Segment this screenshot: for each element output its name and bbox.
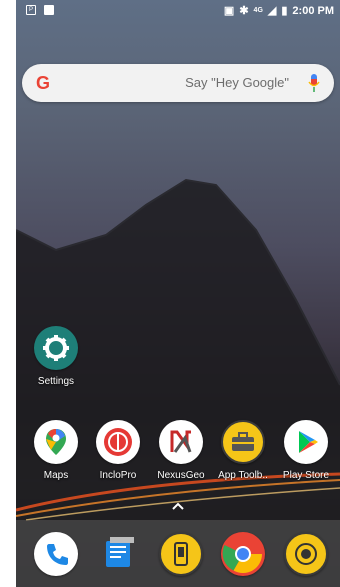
home-screen: P ▣ ✱ 4G ◢ ▮ 2:00 PM G Say "Hey Google" (16, 0, 340, 587)
dock-phone[interactable] (24, 532, 88, 576)
dock-device[interactable] (149, 532, 213, 576)
dock-camera[interactable] (274, 532, 338, 576)
app-nexusgeo[interactable]: NexusGeo (149, 420, 213, 481)
app-maps[interactable]: Maps (24, 420, 88, 481)
dock-chrome[interactable] (211, 532, 275, 576)
app-toolbox[interactable]: App Toolb.. (211, 420, 275, 481)
app-inclopro[interactable]: IncloPro (86, 420, 150, 481)
nfc-icon: ▣ (223, 5, 235, 17)
screenshot-icon: P (26, 5, 36, 15)
camera-icon (284, 532, 328, 576)
google-logo-icon: G (36, 73, 51, 93)
app-play-store[interactable]: Play Store (274, 420, 338, 481)
maps-icon (34, 420, 78, 464)
play-store-icon (284, 420, 328, 464)
signal-icon: ◢ (267, 5, 277, 17)
app-label: Play Store (282, 470, 330, 481)
network-label: 4G (253, 7, 263, 14)
mic-icon[interactable] (308, 73, 320, 93)
app-label: App Toolb.. (218, 470, 268, 481)
google-search-bar[interactable]: G Say "Hey Google" (22, 64, 334, 102)
battery-icon: ▮ (281, 5, 288, 17)
search-placeholder: Say "Hey Google" (185, 75, 289, 90)
device-icon (159, 532, 203, 576)
toolbox-icon (221, 420, 265, 464)
phone-icon (34, 532, 78, 576)
app-settings[interactable]: Settings (24, 326, 88, 387)
status-bar: P ▣ ✱ 4G ◢ ▮ 2:00 PM (16, 0, 340, 22)
chrome-icon (221, 532, 265, 576)
phone-frame: P ▣ ✱ 4G ◢ ▮ 2:00 PM G Say "Hey Google" (0, 0, 340, 587)
clock: 2:00 PM (292, 4, 334, 17)
app-label: Maps (43, 470, 69, 481)
gear-icon (34, 326, 78, 370)
app-label: IncloPro (99, 470, 137, 481)
image-icon (44, 5, 54, 15)
app-label: Settings (37, 376, 75, 387)
app-drawer-chevron-icon[interactable] (172, 502, 184, 510)
dock-messages[interactable] (86, 532, 150, 576)
dock (16, 520, 340, 587)
app-label: NexusGeo (157, 470, 205, 481)
bluetooth-icon: ✱ (239, 5, 249, 17)
messages-icon (96, 532, 140, 576)
nexusgeo-icon (159, 420, 203, 464)
inclopro-icon (96, 420, 140, 464)
